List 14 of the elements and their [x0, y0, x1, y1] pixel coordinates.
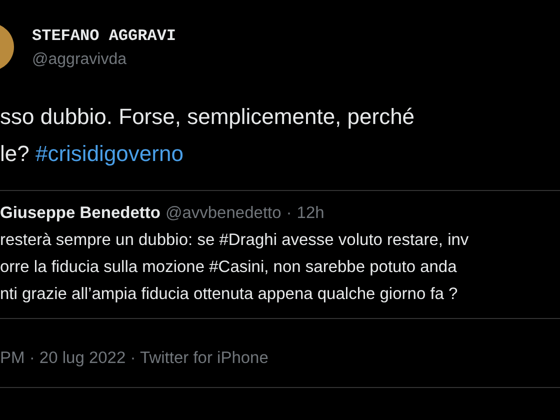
author-handle: @aggravivda: [32, 50, 128, 68]
tweet-timestamp: PM · 20 lug 2022 · Twitter for iPhone: [0, 348, 268, 368]
quoted-tweet-card[interactable]: [0, 190, 560, 319]
separator-dot: ·: [286, 204, 292, 223]
hashtag-link[interactable]: #crisidigoverno: [35, 141, 184, 166]
quoted-text-line: resterà sempre un dubbio: se #Draghi avesse voluto restare, inv: [0, 230, 470, 251]
quoted-time: 12h: [296, 204, 324, 223]
author-name: STEFANO AGGRAVI: [32, 26, 176, 46]
quoted-text-line: orre la fiducia sulla mozione #Casini, non sarebbe potuto anda: [0, 257, 458, 278]
quoted-text-line: nti grazie all’ampia fiducia ottenuta appena qualche giorno fa ?: [0, 284, 459, 305]
tweet-text: le?: [0, 141, 30, 166]
quoted-author-handle: @avvbenedetto: [165, 204, 282, 223]
tweet-text: sso dubbio. Forse, semplicemente, perché: [0, 104, 415, 129]
quoted-author-name: Giuseppe Benedetto: [0, 204, 160, 223]
